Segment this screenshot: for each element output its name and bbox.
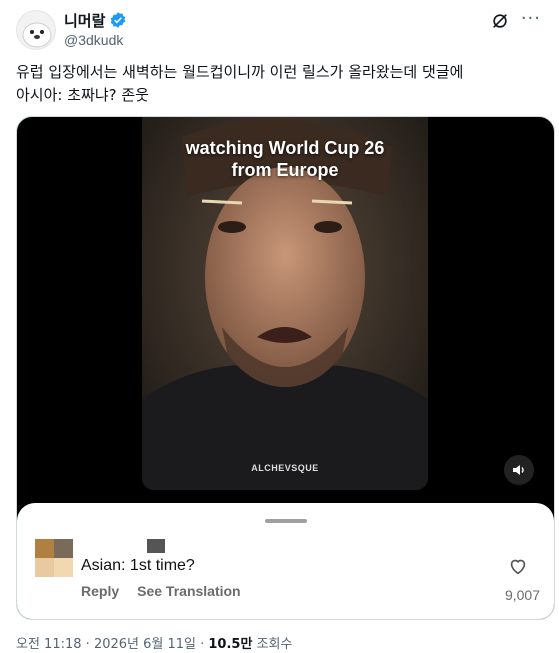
user-handle[interactable]: @3dkudk <box>64 32 127 48</box>
verified-badge-icon <box>111 12 126 28</box>
post-header: 니머랄 @3dkudk ··· <box>16 10 543 50</box>
grok-icon[interactable] <box>491 12 509 30</box>
more-options-icon[interactable]: ··· <box>521 10 541 28</box>
avatar[interactable] <box>16 10 56 50</box>
reply-link[interactable]: Reply <box>81 583 119 599</box>
sheet-drag-handle[interactable] <box>265 519 307 523</box>
heart-icon[interactable] <box>507 555 529 577</box>
commenter-avatar[interactable] <box>35 539 73 577</box>
shirt-brand-text: ALCHEVSQUE <box>251 463 319 473</box>
view-count: 10.5만 <box>208 637 253 652</box>
video-caption: watching World Cup 26 from Europe <box>185 138 385 180</box>
post-text: 유럽 입장에서는 새벽하는 월드컵이니까 이런 릴스가 올라왔는데 댓글에 아시… <box>16 63 464 104</box>
video-player[interactable]: watching World Cup 26 from Europe ALCHEV… <box>16 116 555 620</box>
speaker-icon <box>513 465 524 475</box>
video-frame[interactable]: watching World Cup 26 from Europe ALCHEV… <box>142 117 428 490</box>
comment-text: Asian: 1st time? <box>81 557 195 574</box>
separator: · <box>85 637 94 652</box>
redaction-block <box>147 539 165 553</box>
views-label: 조회수 <box>256 637 293 652</box>
comment-sheet: Asian: 1st time? Reply See Translation 9… <box>17 503 554 619</box>
display-name[interactable]: 니머랄 <box>64 10 105 31</box>
volume-button[interactable] <box>504 455 534 485</box>
seal-avatar-image <box>22 22 52 48</box>
post-metadata: 오전 11:18 · 2026년 6월 11일 · 10.5만 조회수 <box>16 633 292 652</box>
like-count: 9,007 <box>504 587 540 603</box>
see-translation-link[interactable]: See Translation <box>137 583 240 599</box>
post-date[interactable]: 2026년 6월 11일 <box>94 637 196 652</box>
post-time[interactable]: 오전 11:18 <box>16 637 82 652</box>
